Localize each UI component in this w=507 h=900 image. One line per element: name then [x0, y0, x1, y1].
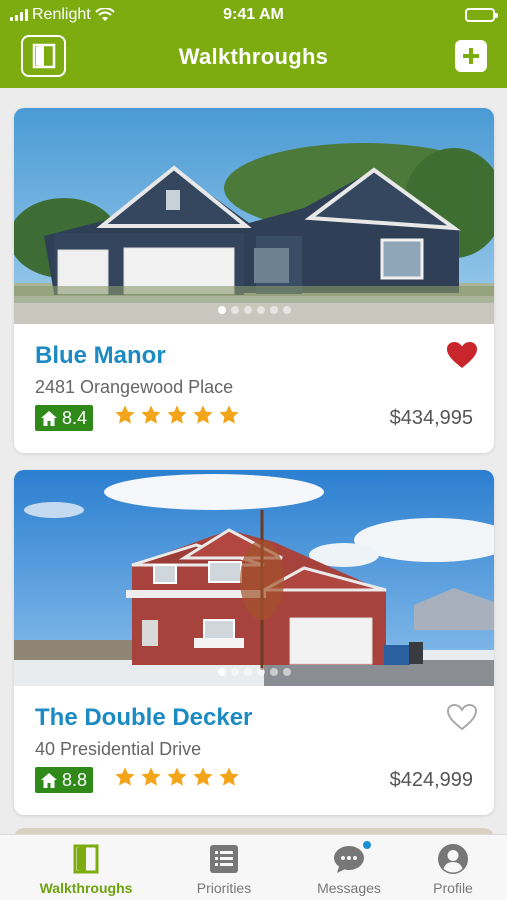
star-icon: [193, 767, 213, 786]
favorite-button[interactable]: [446, 703, 478, 736]
tab-bar: Walkthroughs Priorities Messages Profile: [0, 834, 507, 900]
score-badge: 8.8: [35, 767, 94, 793]
star-icon: [219, 405, 239, 424]
list-icon: [210, 845, 238, 873]
star-icon: [115, 405, 135, 424]
listing-address: 40 Presidential Drive: [35, 739, 202, 759]
photo-pager[interactable]: [14, 306, 494, 314]
star-icon: [193, 405, 213, 424]
star-rating: [114, 766, 240, 788]
profile-icon: [438, 844, 468, 874]
listing-photo[interactable]: [14, 470, 494, 686]
photo-pager[interactable]: [14, 668, 494, 676]
status-time: 9:41 AM: [223, 6, 284, 23]
star-icon: [115, 767, 135, 786]
star-icon: [141, 405, 161, 424]
heart-filled-icon: [447, 342, 477, 368]
plus-icon: [463, 48, 479, 64]
favorite-button[interactable]: [446, 341, 478, 374]
tab-profile[interactable]: Profile: [390, 835, 507, 900]
star-icon: [167, 405, 187, 424]
listing-card[interactable]: Blue Manor 2481 Orangewood Place 8.4 $43…: [14, 108, 494, 453]
listing-name: The Double Decker: [35, 704, 253, 731]
tab-walkthroughs[interactable]: Walkthroughs: [23, 835, 149, 900]
listing-name: Blue Manor: [35, 342, 166, 369]
door-icon: [73, 844, 99, 874]
tab-label: Messages: [317, 880, 381, 896]
star-rating: [114, 404, 240, 426]
listing-price: $424,999: [389, 769, 473, 791]
heart-outline-icon: [446, 703, 478, 731]
house-photo-blue: [14, 108, 494, 324]
tab-label: Walkthroughs: [39, 880, 133, 896]
listing-price: $434,995: [389, 407, 473, 429]
unread-badge: [361, 839, 373, 851]
home-icon: [41, 772, 57, 788]
home-icon: [41, 410, 57, 426]
listing-photo[interactable]: [14, 108, 494, 324]
chat-icon: [334, 846, 364, 873]
score-badge: 8.4: [35, 405, 94, 431]
star-icon: [141, 767, 161, 786]
tab-label: Priorities: [196, 880, 252, 896]
battery-icon: [465, 8, 498, 22]
tab-label: Profile: [433, 880, 473, 896]
status-bar: Renlight 9:41 AM: [0, 0, 507, 30]
star-icon: [167, 767, 187, 786]
star-icon: [219, 767, 239, 786]
add-walkthrough-button[interactable]: [455, 40, 487, 72]
tab-priorities[interactable]: Priorities: [161, 835, 287, 900]
house-photo-red: [14, 470, 494, 686]
app-header: Renlight 9:41 AM Walkthroughs: [0, 0, 507, 88]
score-value: 8.8: [62, 769, 88, 790]
listing-card[interactable]: The Double Decker 40 Presidential Drive …: [14, 470, 494, 815]
score-value: 8.4: [62, 407, 88, 428]
listing-address: 2481 Orangewood Place: [35, 377, 234, 397]
page-title: Walkthroughs: [178, 44, 329, 69]
